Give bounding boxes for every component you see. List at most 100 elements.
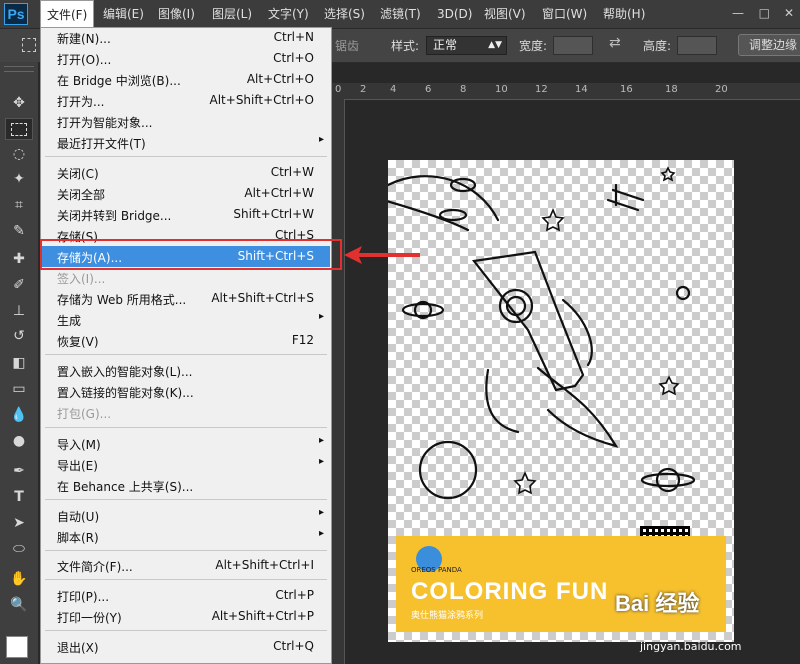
menu-item-label: 关闭并转到 Bridge... [57,209,172,223]
submenu-arrow-icon: ▸ [318,311,324,322]
menu-item-shortcut: F12 [291,333,314,347]
menu-item-shortcut: Ctrl+O [273,51,314,65]
file-menu-item[interactable]: 关闭并转到 Bridge... Shift+Ctrl+W [42,204,330,225]
file-menu-item[interactable]: 关闭(C) Ctrl+W [42,162,330,183]
ruler-number: 10 [495,84,508,95]
menu-edit[interactable]: 编辑(E) [97,0,150,28]
menu-item-label: 存储为 Web 所用格式... [57,293,187,307]
swap-icon[interactable]: ⇄ [609,35,621,51]
minimize-button[interactable]: — [732,6,744,20]
document-canvas[interactable]: OREOS PANDA COLORING FUN 奥仕熊猫涂鸦系列 [388,160,734,642]
menu-item-shortcut: Ctrl+P [275,588,314,602]
file-menu-item[interactable]: 在 Behance 上共享(S)... [42,475,330,496]
panel-grip[interactable] [4,66,34,72]
ruler-number: 8 [460,84,467,95]
height-input[interactable] [677,36,717,55]
menu-separator [45,550,327,551]
file-menu-item[interactable]: 自动(U) ▸ [42,505,330,526]
menu-file[interactable]: 文件(F) [40,0,95,28]
blur-tool-icon[interactable]: 💧 [5,404,33,426]
history-brush-tool-icon[interactable]: ↺ [5,325,33,347]
menu-item-shortcut: Shift+Ctrl+W [233,207,314,221]
file-menu-item[interactable]: 打开(O)... Ctrl+O [42,48,330,69]
file-menu-item[interactable]: 置入链接的智能对象(K)... [42,381,330,402]
file-menu-item[interactable]: 最近打开文件(T) ▸ [42,132,330,153]
menu-filter[interactable]: 滤镜(T) [374,0,427,28]
ruler-number: 2 [360,84,367,95]
menu-item-label: 关闭全部 [57,188,106,202]
close-button[interactable]: ✕ [784,6,794,20]
save-as-highlight-box [40,239,342,270]
submenu-arrow-icon: ▸ [318,456,324,467]
menu-3d[interactable]: 3D(D) [431,0,478,28]
horizontal-ruler: 0 2 4 6 8 10 12 14 16 18 20 [330,83,800,100]
style-label: 样式: [391,39,420,53]
refine-edge-button[interactable]: 调整边缘 [738,34,800,56]
file-menu-item[interactable]: 打印一份(Y) Alt+Shift+Ctrl+P [42,606,330,627]
menu-item-label: 导出(E) [57,459,98,473]
menu-separator [45,427,327,428]
menu-item-label: 打印一份(Y) [57,611,122,625]
ruler-number: 12 [535,84,548,95]
pen-tool-icon[interactable]: ✒ [5,460,33,482]
lasso-tool-icon[interactable]: ◌ [5,143,33,165]
file-menu-item[interactable]: 脚本(R) ▸ [42,526,330,547]
file-menu-item[interactable]: 文件简介(F)... Alt+Shift+Ctrl+I [42,555,330,576]
file-menu-item[interactable]: 打印(P)... Ctrl+P [42,585,330,606]
move-tool-icon[interactable]: ✥ [5,92,33,114]
file-menu-item[interactable]: 退出(X) Ctrl+Q [42,636,330,657]
submenu-arrow-icon: ▸ [318,528,324,539]
file-menu-item[interactable]: 恢复(V) F12 [42,330,330,351]
menu-image[interactable]: 图像(I) [152,0,201,28]
file-menu-item[interactable]: 打开为智能对象... [42,111,330,132]
menu-item-label: 置入嵌入的智能对象(L)... [57,365,193,379]
menu-item-shortcut: Alt+Ctrl+O [246,72,314,86]
menu-item-label: 打印(P)... [57,590,110,604]
foreground-color-swatch[interactable] [6,636,28,658]
series-subtitle: 奥仕熊猫涂鸦系列 [411,611,484,621]
type-tool-icon[interactable]: T [5,486,33,508]
vertical-ruler [330,99,345,664]
rectangular-marquee-tool-icon[interactable] [5,118,33,140]
marquee-preset-icon[interactable] [22,38,36,52]
dodge-tool-icon[interactable]: ● [5,430,33,452]
menu-separator [45,579,327,580]
menu-type[interactable]: 文字(Y) [262,0,315,28]
file-menu-item[interactable]: 生成 ▸ [42,309,330,330]
magic-wand-tool-icon[interactable]: ✦ [5,168,33,190]
width-input[interactable] [553,36,593,55]
file-menu-item[interactable]: 新建(N)... Ctrl+N [42,27,330,48]
file-menu-item[interactable]: 存储为 Web 所用格式... Alt+Shift+Ctrl+S [42,288,330,309]
brush-tool-icon[interactable]: ✐ [5,274,33,296]
menu-item-shortcut: Alt+Shift+Ctrl+I [215,558,314,572]
menu-separator [45,630,327,631]
file-menu-dropdown: 新建(N)... Ctrl+N 打开(O)... Ctrl+O 在 Bridge 中浏览… [40,27,332,664]
hand-tool-icon[interactable]: ✋ [5,568,33,590]
menu-layer[interactable]: 图层(L) [206,0,258,28]
menu-window[interactable]: 窗口(W) [536,0,593,28]
file-menu-item[interactable]: 关闭全部 Alt+Ctrl+W [42,183,330,204]
style-select[interactable]: 正常 ▲▼ [426,36,507,55]
ellipse-tool-icon[interactable]: ⬭ [5,538,33,560]
file-menu-item[interactable]: 打开为... Alt+Shift+Ctrl+O [42,90,330,111]
file-menu-item[interactable]: 置入嵌入的智能对象(L)... [42,360,330,381]
file-menu-item[interactable]: 在 Bridge 中浏览(B)... Alt+Ctrl+O [42,69,330,90]
menu-help[interactable]: 帮助(H) [597,0,651,28]
menu-item-label: 置入链接的智能对象(K)... [57,386,194,400]
menu-item-label: 在 Bridge 中浏览(B)... [57,74,181,88]
ruler-number: 6 [425,84,432,95]
ruler-number: 4 [390,84,397,95]
healing-brush-tool-icon[interactable]: ✚ [5,248,33,270]
menu-view[interactable]: 视图(V) [478,0,532,28]
eyedropper-tool-icon[interactable]: ✎ [5,220,33,242]
file-menu-item[interactable]: 导入(M) ▸ [42,433,330,454]
gradient-tool-icon[interactable]: ▭ [5,378,33,400]
path-selection-tool-icon[interactable]: ➤ [5,512,33,534]
menu-select[interactable]: 选择(S) [318,0,371,28]
clone-stamp-tool-icon[interactable]: ⊥ [5,300,33,322]
maximize-button[interactable]: □ [759,6,770,20]
crop-tool-icon[interactable]: ⌗ [5,194,33,216]
eraser-tool-icon[interactable]: ◧ [5,352,33,374]
zoom-tool-icon[interactable]: 🔍 [5,594,33,616]
file-menu-item[interactable]: 导出(E) ▸ [42,454,330,475]
